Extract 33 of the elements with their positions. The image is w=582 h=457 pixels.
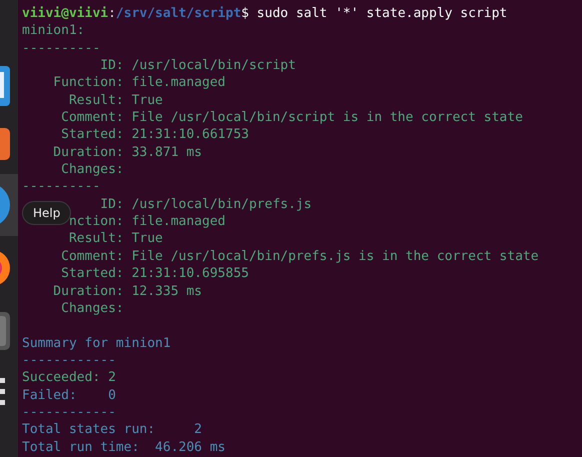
apps-grid-icon[interactable]: [0, 378, 6, 406]
output-line: Started: 21:31:10.695855: [60, 266, 249, 282]
app-icon[interactable]: [0, 312, 10, 350]
output-line: Function: file.managed: [52, 75, 226, 90]
output-line: Summary for minion1: [22, 336, 171, 351]
output-line: Result: True: [68, 231, 163, 246]
output-line: Changes:: [60, 300, 124, 316]
output-line: Changes:: [60, 162, 124, 178]
output-line: Failed: 0: [22, 388, 116, 403]
output-line: Started: 21:31:10.661753: [60, 127, 249, 142]
output-line: Succeeded: 2: [22, 370, 116, 386]
output-line: Comment: File /usr/local/bin/script is in the correct state: [60, 110, 523, 126]
output-line: Duration: 33.871 ms: [52, 144, 202, 160]
output-line: ------------: [22, 352, 116, 368]
output-line: ID: /usr/local/bin/prefs.js: [99, 196, 312, 212]
output-line: ------------: [22, 404, 116, 420]
output-line: ----------: [22, 179, 100, 194]
output-line: ----------: [22, 40, 100, 56]
output-line: minion1:: [22, 23, 85, 38]
output-line: Result: True: [68, 92, 163, 108]
tooltip: Help: [22, 201, 72, 225]
browser-icon[interactable]: [0, 250, 10, 286]
command-text: $ sudo salt '*' state.apply script: [241, 6, 508, 21]
output-line: ID: /usr/local/bin/script: [99, 58, 296, 74]
prompt-path: /srv/salt/script: [116, 6, 242, 21]
prompt-user-host: viivi@viivi: [22, 6, 108, 21]
output-line: Comment: File /usr/local/bin/prefs.js is in the correct state: [60, 248, 539, 264]
output-line: Total run time: 46.206 ms: [22, 440, 226, 455]
output-line: Duration: 12.335 ms: [52, 284, 202, 298]
prompt-separator: :: [108, 6, 116, 21]
output-line: Total states run: 2: [22, 422, 202, 438]
app-icon[interactable]: [0, 128, 10, 160]
app-icon[interactable]: [0, 66, 10, 106]
